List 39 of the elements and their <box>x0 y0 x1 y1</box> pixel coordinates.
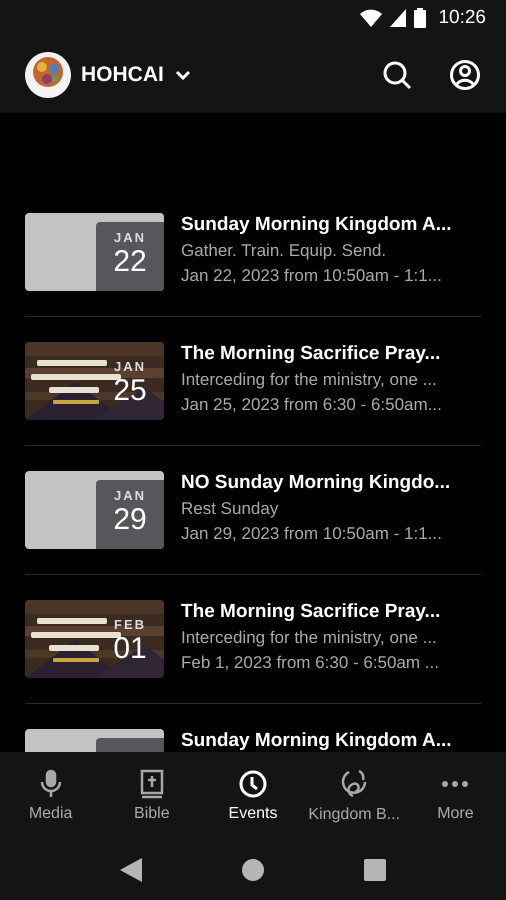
nav-tab[interactable]: Media <box>0 752 102 840</box>
clock-icon <box>238 769 268 799</box>
event-title[interactable]: The Morning Sacrifice Pray... <box>181 343 442 365</box>
event-day: 01 <box>113 632 147 666</box>
battery-icon <box>414 8 426 28</box>
event-month: JAN <box>114 230 146 245</box>
event-date-time: Jan 25, 2023 from 6:30 - 6:50am... <box>181 395 442 415</box>
home-icon[interactable] <box>242 859 264 881</box>
event-description: Interceding for the ministry, one ... <box>181 628 438 648</box>
event-description: Gather. Train. Equip. Send. <box>181 241 388 261</box>
more-icon <box>441 781 470 787</box>
event-date-time: Feb 1, 2023 from 6:30 - 6:50am ... <box>181 653 440 673</box>
event-date-time: Jan 29, 2023 from 10:50am - 1:1... <box>181 524 443 544</box>
event-day: 29 <box>113 503 147 537</box>
status-time: 10:26 <box>438 7 486 29</box>
event-description: Interceding for the ministry, one ... <box>181 370 438 390</box>
bible-icon <box>138 769 165 799</box>
event-month: JAN <box>114 359 146 374</box>
nav-tab[interactable]: Kingdom B... <box>304 752 405 840</box>
signal-icon <box>390 9 406 27</box>
event-day: 22 <box>113 245 147 279</box>
back-icon[interactable] <box>120 858 142 882</box>
account-icon[interactable] <box>449 58 481 90</box>
nav-tab[interactable]: Events <box>202 752 304 840</box>
event-description: Rest Sunday <box>181 499 280 519</box>
nav-tab[interactable]: Bible <box>101 752 202 840</box>
event-date-time: Jan 22, 2023 from 10:50am - 1:1... <box>181 266 443 286</box>
app-title: HOHCAI <box>81 62 164 86</box>
search-icon[interactable] <box>381 58 413 90</box>
event-title[interactable]: NO Sunday Morning Kingdo... <box>181 472 450 494</box>
event-day: 25 <box>113 374 147 408</box>
event-title[interactable]: The Morning Sacrifice Pray... <box>181 601 440 623</box>
logo-icon <box>25 52 71 98</box>
event-month: JAN <box>114 488 146 503</box>
wifi-icon <box>360 9 382 27</box>
nav-tab[interactable]: More <box>404 752 506 840</box>
event-month: FEB <box>114 617 146 632</box>
event-title[interactable]: Sunday Morning Kingdom A... <box>181 730 452 752</box>
event-title[interactable]: Sunday Morning Kingdom A... <box>181 214 452 236</box>
